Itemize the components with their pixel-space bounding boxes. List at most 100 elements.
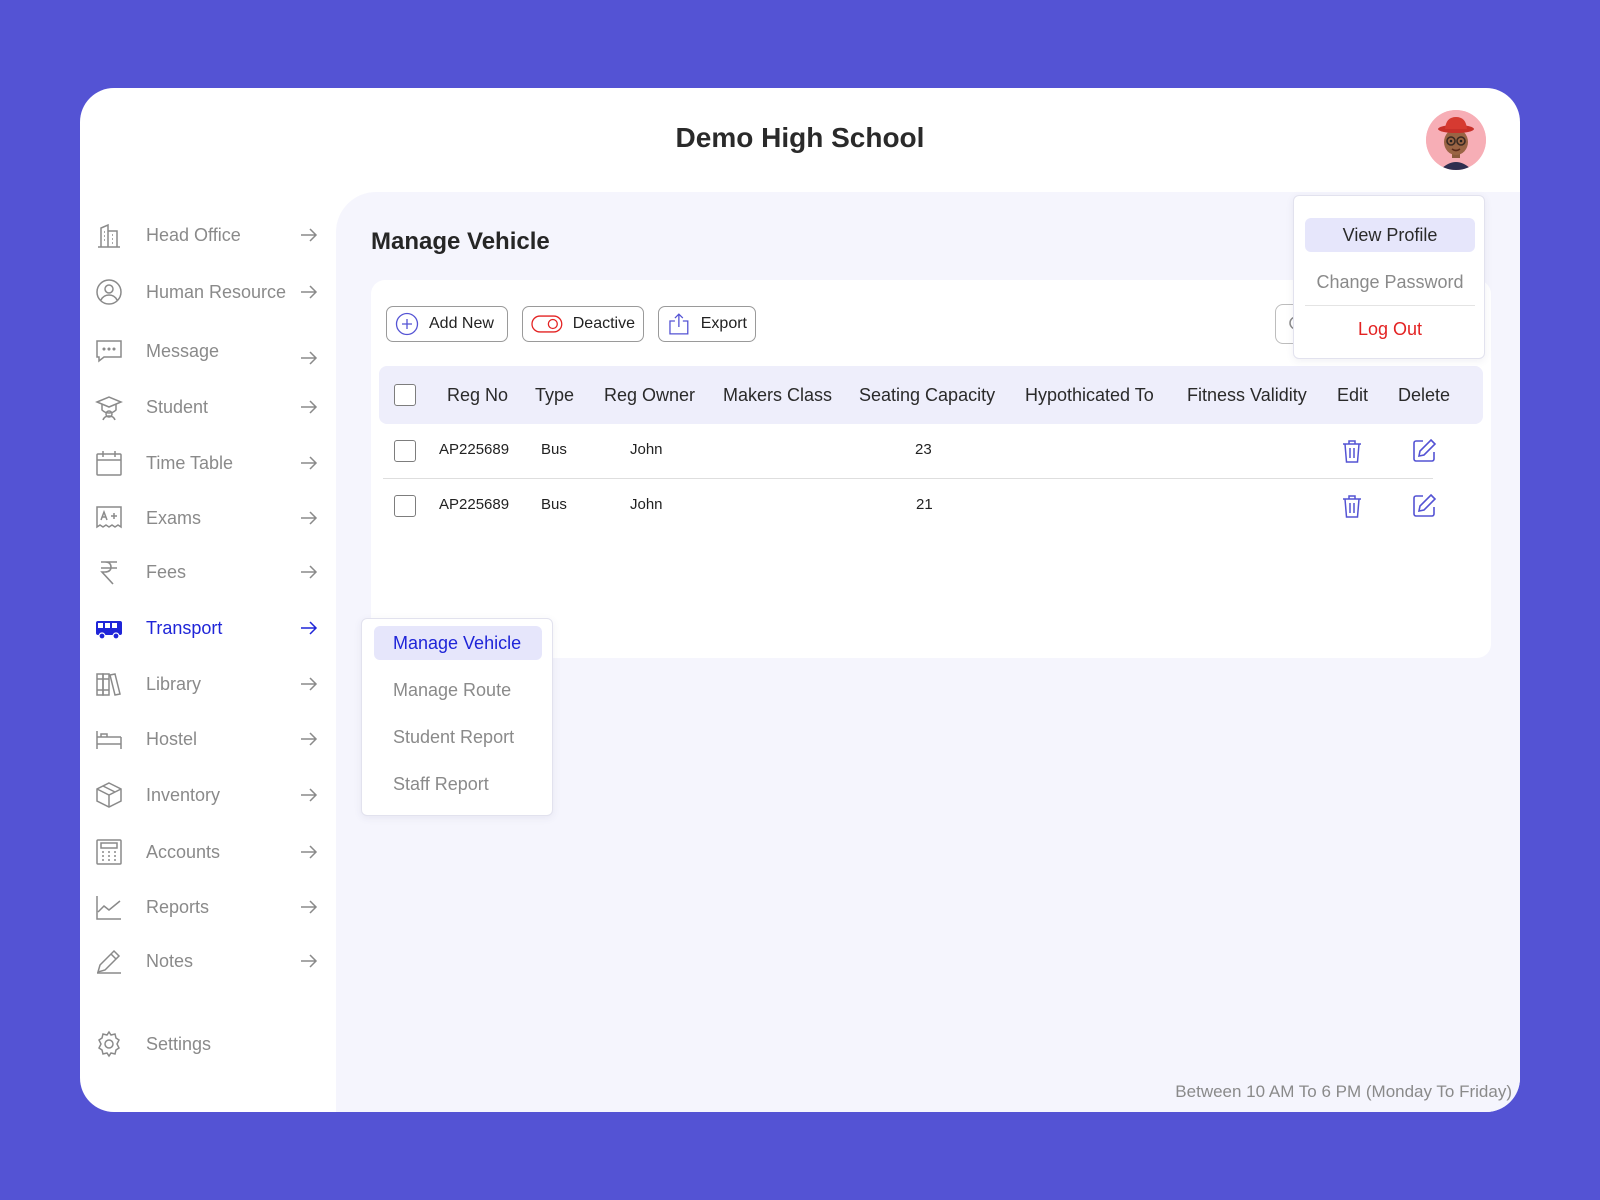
sidebar-item-message[interactable]: Message [94, 331, 324, 371]
column-header: Type [535, 385, 575, 405]
cell-owner: John [630, 441, 663, 458]
submenu-item-student-report[interactable]: Student Report [374, 720, 542, 754]
arrow-right-icon [301, 845, 318, 859]
add-new-label: Add New [429, 315, 494, 332]
view-profile-item[interactable]: View Profile [1305, 218, 1475, 252]
sidebar-item-label: Inventory [146, 784, 221, 805]
sidebar-item-inventory[interactable]: Inventory [94, 775, 324, 815]
box-icon [94, 780, 124, 810]
calendar-icon [94, 448, 124, 478]
export-button[interactable]: Export [658, 306, 756, 342]
sidebar-item-student[interactable]: Student [94, 387, 324, 427]
export-label: Export [700, 315, 747, 332]
graduation-cap-icon [94, 392, 124, 422]
arrow-right-icon [301, 511, 318, 525]
column-header: Makers Class [723, 385, 833, 405]
sidebar-item-label: Accounts [146, 841, 221, 862]
cell-owner: John [630, 496, 663, 513]
transport-submenu: Manage Vehicle Manage Route Student Repo… [361, 618, 553, 816]
plus-circle-icon [395, 312, 419, 336]
sidebar-item-label: Time Table [146, 452, 234, 473]
row-checkbox[interactable] [394, 440, 416, 462]
avatar-memoji-icon [1426, 110, 1486, 170]
profile-dropdown: View Profile Change Password Log Out [1293, 195, 1485, 359]
deactive-label: Deactive [572, 315, 635, 332]
sidebar-item-label: Library [146, 673, 202, 694]
sidebar-item-label: Reports [146, 896, 210, 917]
arrow-right-icon [301, 732, 318, 746]
line-chart-icon [94, 892, 124, 922]
sidebar-item-head-office[interactable]: Head Office [94, 215, 324, 255]
sidebar-item-exams[interactable]: Exams [94, 498, 324, 538]
rupee-icon [94, 557, 124, 587]
calculator-icon [94, 837, 124, 867]
sidebar-item-label: Fees [146, 561, 187, 582]
column-header: Reg No [447, 385, 509, 405]
gear-icon [94, 1029, 124, 1059]
sidebar-item-label: Hostel [146, 728, 198, 749]
column-header: Seating Capacity [859, 385, 996, 405]
change-password-item[interactable]: Change Password [1305, 265, 1475, 299]
sidebar-item-reports[interactable]: Reports [94, 887, 324, 927]
arrow-right-icon [301, 400, 318, 414]
user-circle-icon [94, 277, 124, 307]
sidebar-item-label: Human Resource [146, 281, 287, 302]
arrow-right-icon [301, 621, 318, 635]
building-icon [94, 220, 124, 250]
sidebar-item-fees[interactable]: Fees [94, 552, 324, 592]
page-title: Manage Vehicle [371, 228, 550, 255]
column-header: Fitness Validity [1187, 385, 1307, 405]
select-all-checkbox[interactable] [394, 384, 416, 406]
user-avatar[interactable] [1426, 110, 1486, 170]
column-header: Edit [1337, 385, 1369, 405]
arrow-right-icon [301, 351, 318, 365]
pencil-icon [94, 946, 124, 976]
column-header: Reg Owner [604, 385, 696, 405]
arrow-right-icon [301, 565, 318, 579]
sidebar-item-label: Student [146, 396, 209, 417]
arrow-right-icon [301, 788, 318, 802]
sidebar-item-settings[interactable]: Settings [94, 1024, 324, 1064]
deactive-button[interactable]: Deactive [522, 306, 644, 342]
toggle-off-icon [531, 315, 563, 333]
arrow-right-icon [301, 285, 318, 299]
trash-icon[interactable] [1339, 438, 1365, 464]
cell-type: Bus [541, 441, 567, 458]
arrow-right-icon [301, 954, 318, 968]
add-new-button[interactable]: Add New [386, 306, 508, 342]
cell-seating-capacity: 21 [916, 496, 933, 513]
sidebar-item-label: Message [146, 340, 220, 361]
office-hours-note: Between 10 AM To 6 PM (Monday To Friday) [1175, 1082, 1512, 1101]
column-header: Hypothicated To [1025, 385, 1154, 405]
sidebar-item-hostel[interactable]: Hostel [94, 719, 324, 759]
trash-icon[interactable] [1339, 493, 1365, 519]
sidebar-item-accounts[interactable]: Accounts [94, 832, 324, 872]
message-icon [94, 336, 124, 366]
submenu-item-manage-vehicle[interactable]: Manage Vehicle [374, 626, 542, 660]
table-row: AP225689 Bus John 23 [379, 424, 1483, 478]
bed-icon [94, 724, 124, 754]
submenu-item-staff-report[interactable]: Staff Report [374, 767, 542, 801]
table-header: Reg No Type Reg Owner Makers Class Seati… [379, 366, 1483, 424]
row-checkbox[interactable] [394, 495, 416, 517]
column-header: Delete [1398, 385, 1451, 405]
sidebar-item-transport[interactable]: Transport [94, 608, 324, 648]
sidebar-item-library[interactable]: Library [94, 664, 324, 704]
cell-seating-capacity: 23 [915, 441, 932, 458]
logout-item[interactable]: Log Out [1305, 312, 1475, 346]
sidebar-item-label: Notes [146, 950, 194, 971]
bus-icon [94, 613, 124, 643]
sidebar-item-notes[interactable]: Notes [94, 941, 324, 981]
exam-grade-icon [94, 503, 124, 533]
cell-reg-no: AP225689 [439, 441, 510, 458]
edit-icon[interactable] [1411, 493, 1437, 519]
share-export-icon [669, 313, 689, 335]
edit-icon[interactable] [1411, 438, 1437, 464]
submenu-item-manage-route[interactable]: Manage Route [374, 673, 542, 707]
sidebar-item-human-resource[interactable]: Human Resource [94, 272, 324, 312]
arrow-right-icon [301, 228, 318, 242]
cell-type: Bus [541, 496, 567, 513]
sidebar-item-time-table[interactable]: Time Table [94, 443, 324, 483]
sidebar: Head Office Human Resource Message Stude… [80, 88, 336, 1112]
sidebar-item-label: Head Office [146, 224, 241, 245]
